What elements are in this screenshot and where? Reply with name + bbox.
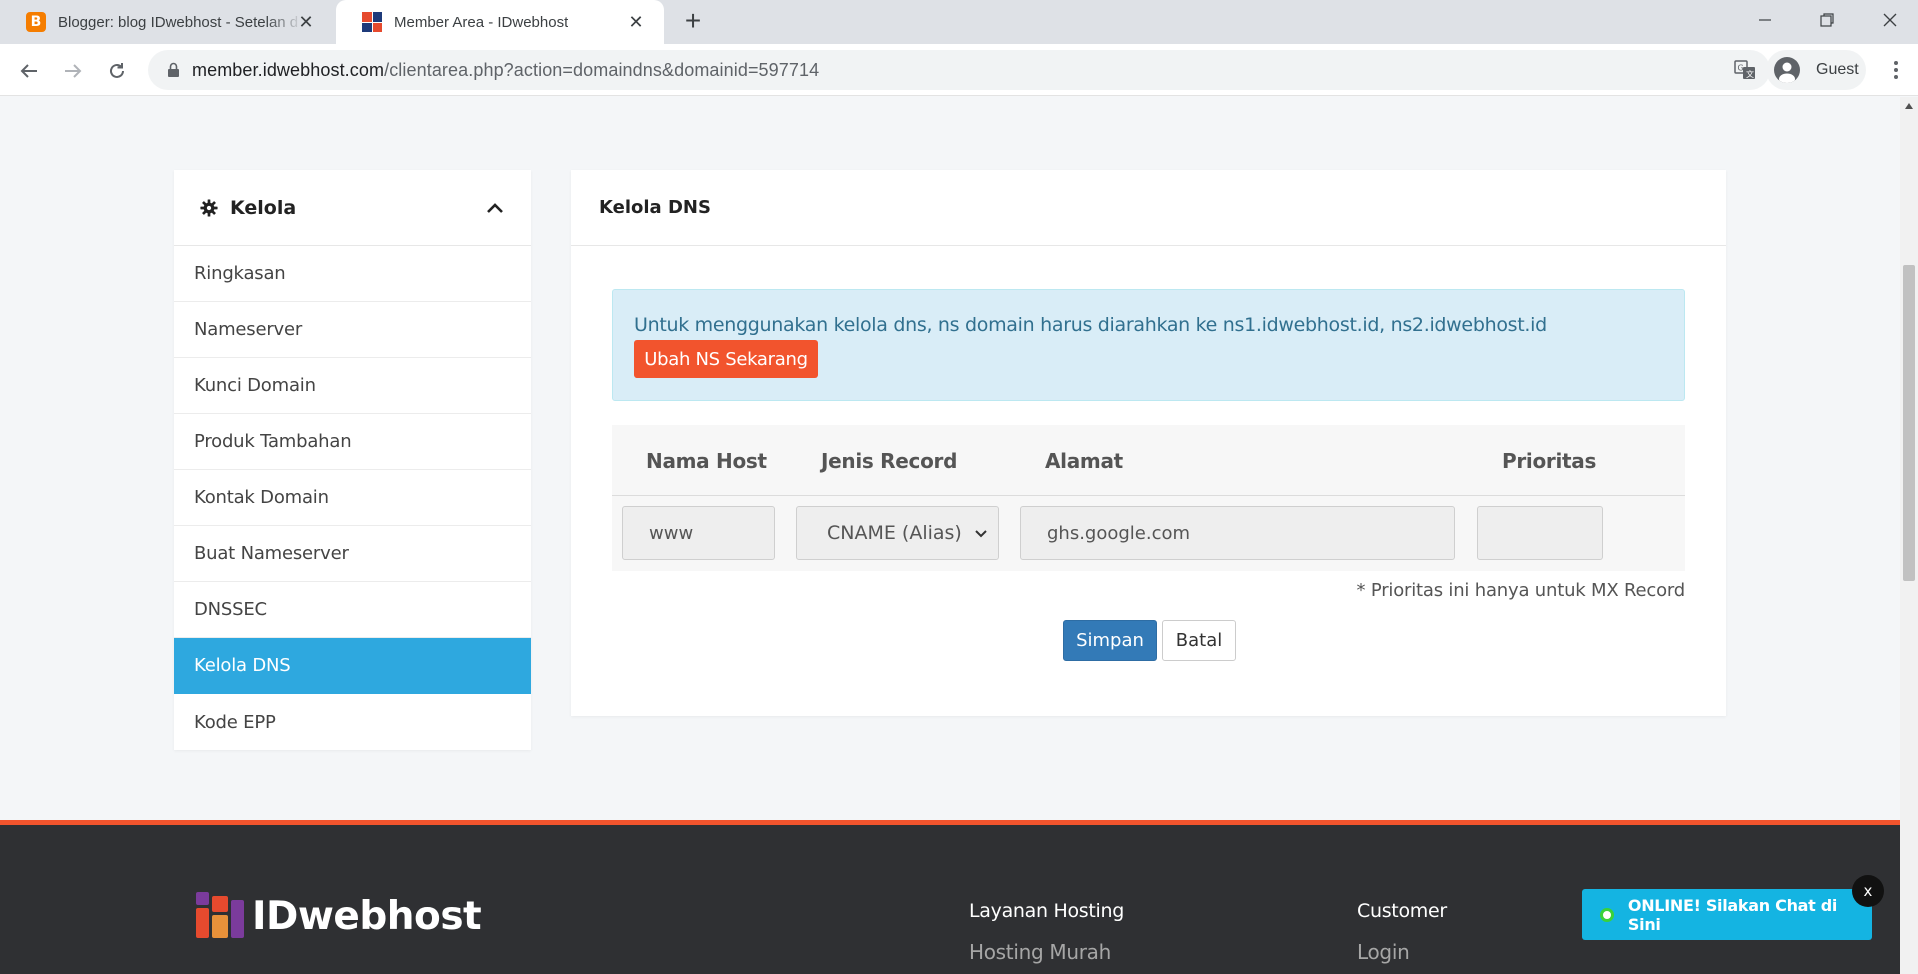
gear-icon	[200, 198, 218, 217]
svg-text:文: 文	[1746, 69, 1754, 79]
dns-record-table: Nama Host Jenis Record Alamat Prioritas …	[612, 425, 1685, 571]
translate-icon[interactable]: G文	[1734, 60, 1756, 80]
svg-text:G: G	[1738, 64, 1744, 73]
sidebar-item-kelola-dns[interactable]: Kelola DNS	[174, 638, 531, 694]
back-arrow-icon[interactable]	[14, 56, 44, 86]
sidebar-item-ringkasan[interactable]: Ringkasan	[174, 246, 531, 302]
browser-menu-icon[interactable]	[1884, 58, 1908, 82]
close-icon[interactable]: ✕	[624, 10, 648, 34]
chat-text: ONLINE! Silakan Chat di Sini	[1627, 895, 1838, 934]
restore-button[interactable]	[1807, 4, 1847, 36]
tab-title: Blogger: blog IDwebhost - Setelan d	[58, 13, 299, 31]
address-input[interactable]: ghs.google.com	[1020, 506, 1455, 560]
scroll-up-icon[interactable]	[1900, 97, 1918, 115]
alert-text: Untuk menggunakan kelola dns, ns domain …	[634, 314, 1547, 336]
logo-text: IDwebhost	[252, 893, 482, 939]
url-path: /clientarea.php?action=domaindns&domaini…	[384, 59, 820, 80]
chat-close-button[interactable]: x	[1852, 875, 1884, 907]
info-alert: Untuk menggunakan kelola dns, ns domain …	[612, 289, 1685, 401]
sidebar-title: Kelola	[230, 196, 297, 219]
cancel-button[interactable]: Batal	[1162, 620, 1236, 661]
sidebar-item-produk-tambahan[interactable]: Produk Tambahan	[174, 414, 531, 470]
footer-title-layanan-hosting: Layanan Hosting	[969, 900, 1125, 922]
header-alamat: Alamat	[1045, 449, 1123, 473]
forward-arrow-icon[interactable]	[58, 56, 88, 86]
guest-avatar-icon	[1774, 57, 1800, 83]
page-content: Kelola Ringkasan Nameserver Kunci Domain…	[0, 97, 1900, 974]
header-nama-host: Nama Host	[646, 449, 767, 473]
blogger-icon: B	[26, 12, 46, 32]
sidebar-item-buat-nameserver[interactable]: Buat Nameserver	[174, 526, 531, 582]
profile-button[interactable]: Guest	[1766, 50, 1866, 90]
change-ns-button[interactable]: Ubah NS Sekarang	[634, 340, 818, 378]
header-prioritas: Prioritas	[1502, 449, 1597, 473]
address-bar[interactable]: member.idwebhost.com/clientarea.php?acti…	[148, 50, 1770, 90]
browser-tab-member-area[interactable]: Member Area - IDwebhost ✕	[336, 0, 664, 44]
live-chat-button[interactable]: ONLINE! Silakan Chat di Sini	[1582, 889, 1872, 940]
idwebhost-logo-icon	[196, 892, 244, 940]
online-status-icon	[1600, 907, 1614, 922]
chevron-up-icon[interactable]	[485, 198, 505, 218]
record-type-select[interactable]: CNAME (Alias)	[796, 506, 999, 560]
sidebar-item-dnssec[interactable]: DNSSEC	[174, 582, 531, 638]
record-type-value: CNAME (Alias)	[827, 522, 962, 544]
priority-input[interactable]	[1477, 506, 1603, 560]
sidebar-item-nameserver[interactable]: Nameserver	[174, 302, 531, 358]
page-scrollbar[interactable]	[1900, 97, 1918, 974]
save-button[interactable]: Simpan	[1063, 620, 1157, 661]
browser-tab-blogger[interactable]: B Blogger: blog IDwebhost - Setelan d ✕	[0, 0, 334, 44]
window-close-button[interactable]	[1870, 4, 1910, 36]
footer-title-customer: Customer	[1357, 900, 1447, 922]
browser-tabbar: B Blogger: blog IDwebhost - Setelan d ✕ …	[0, 0, 1918, 44]
sidebar-item-kontak-domain[interactable]: Kontak Domain	[174, 470, 531, 526]
browser-toolbar: member.idwebhost.com/clientarea.php?acti…	[0, 44, 1918, 96]
header-jenis-record: Jenis Record	[821, 449, 958, 473]
kelola-dns-panel: Kelola DNS Untuk menggunakan kelola dns,…	[571, 170, 1726, 716]
panel-title: Kelola DNS	[571, 170, 1726, 246]
host-input[interactable]: www	[622, 506, 775, 560]
priority-note: * Prioritas ini hanya untuk MX Record	[1356, 580, 1686, 601]
table-row: www CNAME (Alias) ghs.google.com	[612, 496, 1685, 571]
minimize-button[interactable]	[1745, 4, 1785, 36]
idwebhost-logo[interactable]: IDwebhost	[196, 892, 482, 940]
sidebar-kelola: Kelola Ringkasan Nameserver Kunci Domain…	[174, 170, 531, 750]
chevron-down-icon	[975, 530, 987, 538]
sidebar-item-kode-epp[interactable]: Kode EPP	[174, 694, 531, 750]
sidebar-header[interactable]: Kelola	[174, 170, 531, 246]
tab-title: Member Area - IDwebhost	[394, 13, 569, 31]
profile-label: Guest	[1816, 61, 1859, 78]
close-icon[interactable]: ✕	[294, 10, 318, 34]
url-host: member.idwebhost.com	[192, 59, 385, 80]
footer-link-hosting-murah[interactable]: Hosting Murah	[969, 940, 1111, 964]
idwebhost-icon	[362, 12, 382, 32]
new-tab-button[interactable]: +	[680, 7, 706, 35]
url-text: member.idwebhost.com/clientarea.php?acti…	[192, 60, 819, 81]
table-header: Nama Host Jenis Record Alamat Prioritas	[612, 425, 1685, 496]
scroll-thumb[interactable]	[1903, 265, 1915, 581]
sidebar-item-kunci-domain[interactable]: Kunci Domain	[174, 358, 531, 414]
lock-icon[interactable]	[164, 61, 182, 79]
footer-link-login[interactable]: Login	[1357, 940, 1410, 964]
reload-icon[interactable]	[102, 56, 132, 86]
